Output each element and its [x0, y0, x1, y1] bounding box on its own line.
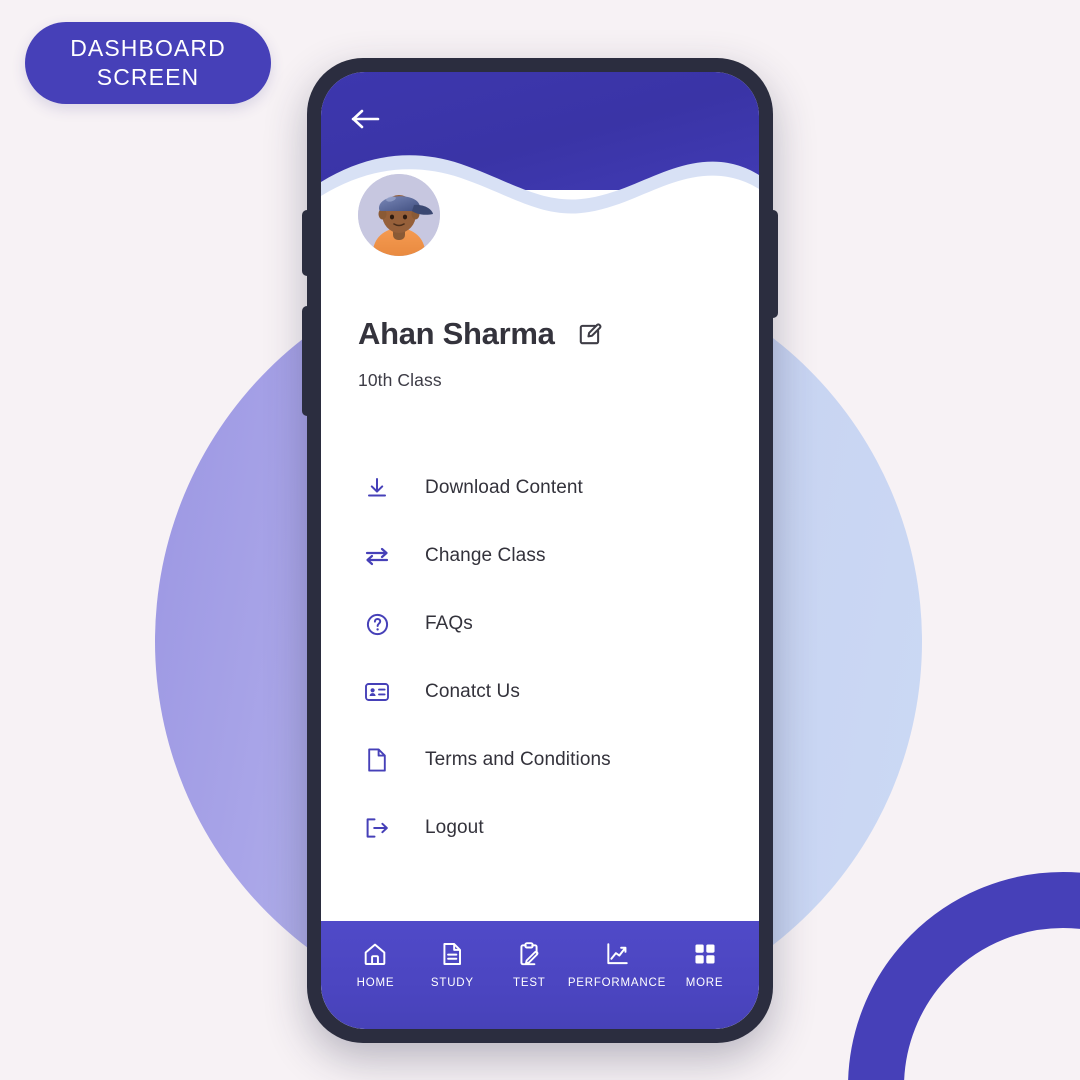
nav-label: STUDY [430, 977, 474, 989]
grid-icon [695, 944, 715, 964]
settings-menu: Download Content Change Class FAQs Conat… [359, 454, 749, 862]
background-ring-arc [848, 872, 1080, 1080]
logout-icon [359, 813, 395, 843]
badge-line-2: SCREEN [96, 64, 200, 90]
profile-name-row: Ahan Sharma [358, 316, 758, 352]
menu-item-terms-and-conditions[interactable]: Terms and Conditions [359, 726, 749, 794]
annotation-badge: DASHBOARD SCREEN [25, 22, 271, 104]
bottom-navigation-bar: HOME STUDY TEST PERFORMANCE MORE [321, 921, 759, 1029]
file-text-icon [443, 943, 462, 965]
menu-label: Change Class [425, 545, 546, 566]
menu-label: FAQs [425, 613, 473, 634]
edit-square-icon[interactable] [577, 321, 603, 347]
menu-label: Terms and Conditions [425, 749, 611, 770]
profile-class: 10th Class [358, 370, 442, 390]
menu-item-contact-us[interactable]: Conatct Us [359, 658, 749, 726]
menu-item-change-class[interactable]: Change Class [359, 522, 749, 590]
nav-label: PERFORMANCE [567, 977, 667, 989]
download-icon [359, 473, 395, 503]
badge-line-1: DASHBOARD [70, 34, 226, 61]
contact-card-icon [359, 677, 395, 707]
line-chart-icon [607, 943, 628, 965]
nav-item-home[interactable]: HOME [337, 941, 414, 989]
back-button[interactable] [350, 106, 384, 132]
clipboard-pencil-icon [520, 942, 539, 966]
nav-label: HOME [356, 977, 395, 989]
menu-label: Download Content [425, 477, 583, 498]
phone-mockup: Ahan Sharma 10th Class Download Content … [302, 58, 778, 1043]
phone-volume-down-button[interactable] [302, 306, 312, 416]
phone-power-button[interactable] [768, 210, 778, 318]
menu-label: Conatct Us [425, 681, 520, 702]
profile-section: Ahan Sharma 10th Class [358, 316, 758, 391]
phone-volume-up-button[interactable] [302, 210, 312, 276]
nav-item-more[interactable]: MORE [666, 941, 743, 989]
swap-arrows-icon [359, 541, 395, 571]
arrow-left-icon [351, 109, 380, 129]
menu-item-download-content[interactable]: Download Content [359, 454, 749, 522]
nav-item-performance[interactable]: PERFORMANCE [568, 941, 666, 989]
nav-item-study[interactable]: STUDY [414, 941, 491, 989]
document-icon [359, 745, 395, 775]
nav-item-test[interactable]: TEST [491, 941, 568, 989]
page-title: Ahan Sharma [358, 316, 555, 351]
menu-item-faqs[interactable]: FAQs [359, 590, 749, 658]
nav-label: MORE [685, 977, 724, 989]
screenshot-canvas: DASHBOARD SCREEN Ahan Sharma 10th Class … [0, 0, 1080, 1080]
menu-label: Logout [425, 817, 484, 838]
question-circle-icon [359, 609, 395, 639]
menu-item-logout[interactable]: Logout [359, 794, 749, 862]
phone-screen: Ahan Sharma 10th Class Download Content … [321, 72, 759, 1029]
nav-label: TEST [513, 977, 546, 989]
user-avatar [358, 174, 440, 256]
avatar[interactable] [358, 174, 440, 256]
home-icon [365, 943, 386, 965]
